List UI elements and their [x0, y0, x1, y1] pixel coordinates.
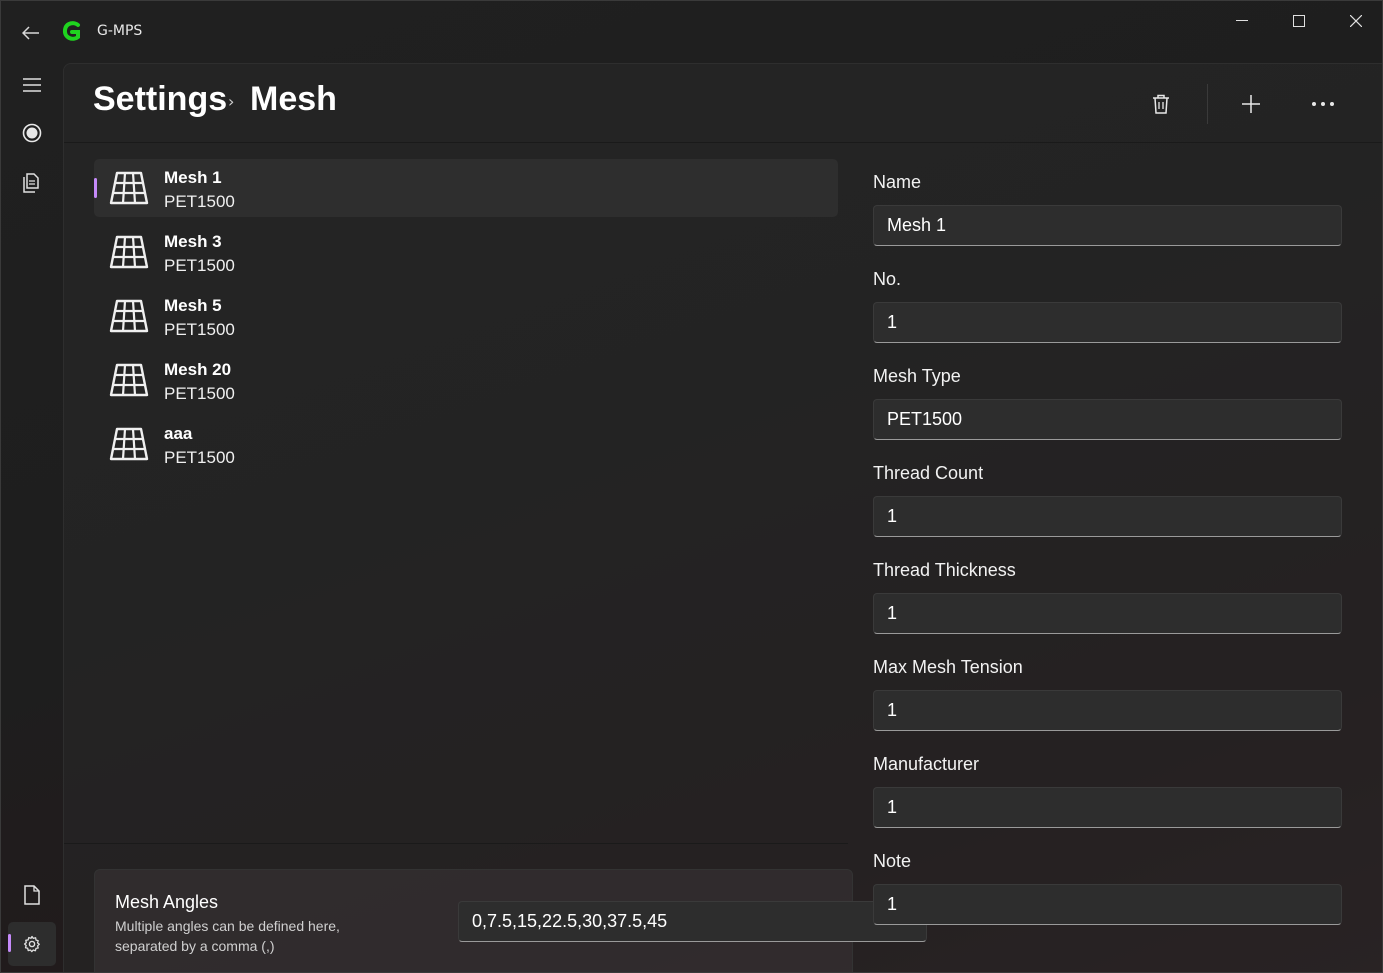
name-field[interactable]: [873, 205, 1342, 246]
page-header: Settings › Mesh: [64, 64, 1382, 143]
record-icon[interactable]: [8, 111, 56, 155]
mesh-angles-title: Mesh Angles: [115, 892, 219, 912]
mesh-grid-icon: [109, 171, 149, 205]
mesh-name: aaa: [164, 424, 193, 443]
list-item[interactable]: Mesh 5 PET1500: [94, 287, 838, 345]
list-divider: [64, 843, 848, 844]
hamburger-menu-icon[interactable]: [8, 63, 56, 107]
more-dots-icon[interactable]: [1303, 84, 1343, 124]
mesh-list: Mesh 1 PET1500 Mesh 3 PET1500 Mesh 5 PET…: [94, 159, 838, 479]
trash-icon[interactable]: [1141, 84, 1181, 124]
max-mesh-tension-field[interactable]: [873, 690, 1342, 731]
mesh-angles-description: Multiple angles can be defined here, sep…: [115, 918, 340, 954]
plus-icon[interactable]: [1231, 84, 1271, 124]
no-field[interactable]: [873, 302, 1342, 343]
content-area: Settings › Mesh Mesh 1 PET1500 Mesh 3 PE…: [63, 63, 1382, 972]
settings-gear-icon[interactable]: [8, 922, 56, 966]
mesh-angles-card: Mesh Angles Multiple angles can be defin…: [94, 869, 927, 972]
note-label: Note: [873, 851, 912, 871]
manufacturer-field[interactable]: [873, 787, 1342, 828]
no-label: No.: [873, 269, 902, 289]
list-item[interactable]: Mesh 20 PET1500: [94, 351, 838, 409]
list-item[interactable]: Mesh 3 PET1500: [94, 223, 838, 281]
minimize-icon[interactable]: [1213, 1, 1270, 41]
mesh-type: PET1500: [164, 320, 235, 339]
mesh-type-field[interactable]: [873, 399, 1342, 440]
name-label: Name: [873, 172, 922, 192]
mesh-type: PET1500: [164, 256, 235, 275]
note-field[interactable]: [873, 884, 1342, 925]
selection-indicator: [94, 178, 97, 198]
mesh-name: Mesh 1: [164, 168, 222, 187]
header-divider: [1207, 84, 1208, 124]
mesh-angles-input[interactable]: [458, 901, 927, 942]
back-arrow-icon[interactable]: [15, 19, 47, 47]
breadcrumb-settings[interactable]: Settings: [93, 80, 227, 119]
navigation-rail: [1, 63, 63, 972]
mesh-type: PET1500: [164, 448, 235, 467]
list-item[interactable]: Mesh 1 PET1500: [94, 159, 838, 217]
document-icon[interactable]: [8, 873, 56, 917]
list-item[interactable]: aaa PET1500: [94, 415, 838, 473]
thread-thickness-field[interactable]: [873, 593, 1342, 634]
app-title: G-MPS: [97, 23, 143, 39]
title-bar: G-MPS: [1, 1, 1382, 63]
maximize-icon[interactable]: [1270, 1, 1327, 41]
app-window: G-MPS Settings › Mesh Mesh 1 PET1500 Mes…: [0, 0, 1383, 973]
breadcrumb-separator: ›: [228, 92, 235, 111]
mesh-grid-icon: [109, 363, 149, 397]
mesh-type: PET1500: [164, 384, 235, 403]
thread-count-label: Thread Count: [873, 463, 984, 483]
mesh-grid-icon: [109, 427, 149, 461]
max-mesh-tension-label: Max Mesh Tension: [873, 657, 1023, 677]
app-logo-icon: [61, 20, 83, 44]
breadcrumb-mesh: Mesh: [250, 80, 337, 118]
mesh-name: Mesh 5: [164, 296, 222, 315]
documents-icon[interactable]: [8, 161, 56, 205]
mesh-grid-icon: [109, 299, 149, 333]
thread-thickness-label: Thread Thickness: [873, 560, 1016, 580]
mesh-grid-icon: [109, 235, 149, 269]
mesh-type-label: Mesh Type: [873, 366, 961, 386]
active-indicator: [8, 934, 11, 952]
mesh-type: PET1500: [164, 192, 235, 211]
thread-count-field[interactable]: [873, 496, 1342, 537]
mesh-name: Mesh 3: [164, 232, 222, 251]
mesh-name: Mesh 20: [164, 360, 232, 379]
close-icon[interactable]: [1327, 1, 1382, 41]
manufacturer-label: Manufacturer: [873, 754, 980, 774]
mesh-detail-form: Name No. Mesh Type Thread Count Thread T…: [873, 172, 1342, 948]
